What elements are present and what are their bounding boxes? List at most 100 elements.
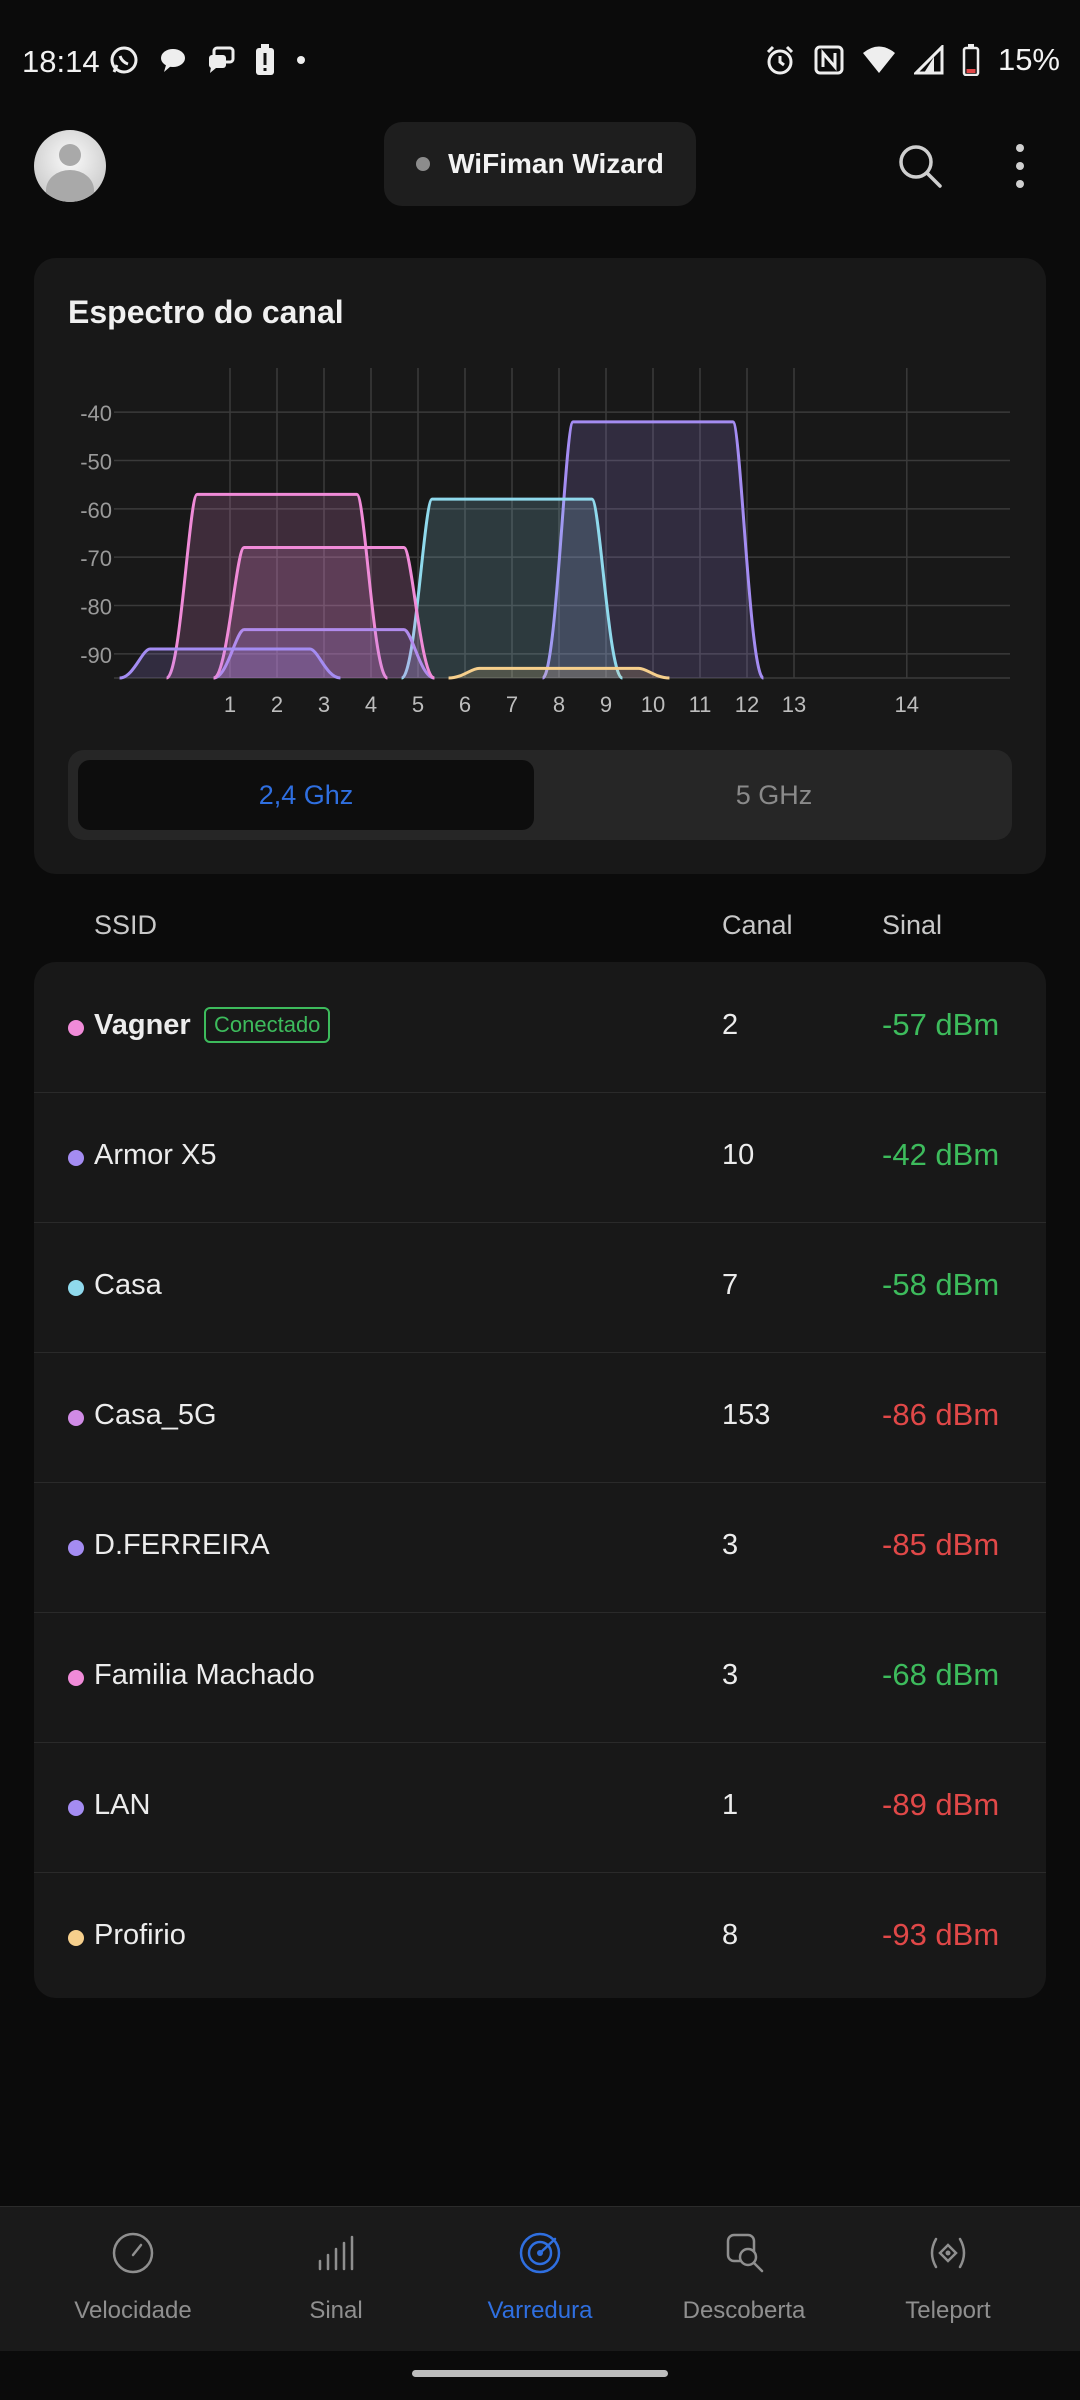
network-signal: -85 dBm xyxy=(882,1527,1000,1562)
network-ssid: Profirio xyxy=(94,1919,186,1951)
network-row[interactable]: Profirio 8 -93 dBm xyxy=(34,1872,1046,1998)
x-tick-label: 9 xyxy=(600,692,612,717)
network-signal: -57 dBm xyxy=(882,1007,1000,1042)
network-row[interactable]: Casa_5G 153 -86 dBm xyxy=(34,1352,1046,1483)
network-channel: 10 xyxy=(722,1139,755,1171)
network-row[interactable]: LAN 1 -89 dBm xyxy=(34,1742,1046,1873)
nav-sinal[interactable]: Sinal xyxy=(228,2207,444,2351)
y-tick-label: -70 xyxy=(80,546,112,571)
network-channel: 2 xyxy=(722,1009,739,1041)
network-color-dot xyxy=(68,1280,84,1296)
x-tick-label: 8 xyxy=(553,692,565,717)
channel-area xyxy=(401,499,623,678)
nav-teleport[interactable]: Teleport xyxy=(840,2207,1056,2351)
network-row[interactable]: Vagner Conectado 2 -57 dBm xyxy=(34,962,1046,1093)
signal-bars-icon xyxy=(318,2235,354,2271)
network-ssid: Armor X5 xyxy=(94,1139,217,1171)
x-tick-label: 13 xyxy=(782,692,806,717)
network-channel: 8 xyxy=(722,1919,739,1951)
connected-badge: Conectado xyxy=(204,1007,331,1043)
network-color-dot xyxy=(68,1930,84,1946)
notification-icons xyxy=(108,44,308,76)
device-search-icon xyxy=(726,2233,764,2273)
network-channel: 1 xyxy=(722,1789,739,1821)
network-channel: 153 xyxy=(722,1399,771,1431)
bottom-navigation: Velocidade Sinal Varredura Descoberta Te… xyxy=(0,2206,1080,2351)
x-tick-label: 14 xyxy=(895,692,919,717)
spectrum-chart: -40-50-60-70-80-901 2 3 4 5 6 7 8 9 10 11 12 13 14 xyxy=(80,368,1010,717)
nav-label: Teleport xyxy=(905,2297,991,2324)
x-tick-label: 12 xyxy=(735,692,759,717)
network-signal: -93 dBm xyxy=(882,1917,1000,1952)
dot-icon xyxy=(297,56,305,64)
x-tick-label: 7 xyxy=(506,692,518,717)
network-ssid: D.FERREIRA xyxy=(94,1529,270,1561)
x-tick-label: 6 xyxy=(459,692,471,717)
network-ssid: Familia Machado xyxy=(94,1659,315,1691)
battery-alert-icon xyxy=(256,44,274,75)
nfc-icon xyxy=(814,45,844,75)
network-channel: 7 xyxy=(722,1269,739,1301)
system-icons: 15% xyxy=(764,42,1060,78)
alarm-icon xyxy=(766,45,794,75)
whatsapp-icon xyxy=(110,46,138,74)
wifiman-wizard-button[interactable]: WiFiman Wizard xyxy=(384,122,696,206)
network-ssid: Vagner xyxy=(94,1009,191,1041)
status-bar: 18:14 15% xyxy=(0,0,1080,124)
chat-bubble-icon xyxy=(161,49,185,72)
header-canal[interactable]: Canal xyxy=(722,910,793,941)
band-5ghz-tab[interactable]: 5 GHz xyxy=(546,760,1002,830)
network-color-dot xyxy=(68,1410,84,1426)
network-channel: 3 xyxy=(722,1529,739,1561)
cell-signal-icon xyxy=(913,45,944,75)
network-color-dot xyxy=(68,1540,84,1556)
network-row[interactable]: Familia Machado 3 -68 dBm xyxy=(34,1612,1046,1743)
network-signal: -42 dBm xyxy=(882,1137,1000,1172)
network-color-dot xyxy=(68,1670,84,1686)
channel-spectrum-card: Espectro do canal -40 -50 -60 -70 -80 -90 1 2 3 4… xyxy=(34,258,1046,874)
network-row[interactable]: D.FERREIRA 3 -85 dBm xyxy=(34,1482,1046,1613)
y-tick-label: -80 xyxy=(80,595,112,620)
y-tick-label: -60 xyxy=(80,498,112,523)
channel-area xyxy=(119,649,341,678)
x-tick-label: 4 xyxy=(365,692,377,717)
home-indicator[interactable] xyxy=(412,2370,668,2377)
network-color-dot xyxy=(68,1800,84,1816)
network-color-dot xyxy=(68,1150,84,1166)
network-ssid: Casa_5G xyxy=(94,1399,217,1431)
header-ssid[interactable]: SSID xyxy=(94,910,157,941)
status-time: 18:14 xyxy=(22,44,100,79)
more-vert-icon[interactable] xyxy=(1000,138,1040,194)
network-row[interactable]: Casa 7 -58 dBm xyxy=(34,1222,1046,1353)
radar-icon xyxy=(519,2232,561,2274)
x-tick-label: 3 xyxy=(318,692,330,717)
wizard-label: WiFiman Wizard xyxy=(448,148,664,179)
battery-icon xyxy=(962,44,980,76)
x-tick-label: 11 xyxy=(689,692,712,717)
messages-icon xyxy=(209,46,235,73)
band-toggle: 2,4 Ghz 5 GHz xyxy=(68,750,1012,840)
nav-varredura[interactable]: Varredura xyxy=(432,2207,648,2351)
network-signal: -68 dBm xyxy=(882,1657,1000,1692)
nav-velocidade[interactable]: Velocidade xyxy=(25,2207,241,2351)
nav-descoberta[interactable]: Descoberta xyxy=(636,2207,852,2351)
speedometer-icon xyxy=(112,2232,154,2274)
teleport-icon xyxy=(930,2237,966,2269)
search-icon[interactable] xyxy=(892,138,948,194)
nav-label: Varredura xyxy=(487,2297,593,2324)
profile-avatar[interactable] xyxy=(34,130,106,202)
nav-label: Velocidade xyxy=(74,2297,192,2324)
band-2-4ghz-tab[interactable]: 2,4 Ghz xyxy=(78,760,534,830)
network-row[interactable]: Armor X5 10 -42 dBm xyxy=(34,1092,1046,1223)
nav-label: Sinal xyxy=(309,2297,363,2324)
status-dot-icon xyxy=(416,157,431,171)
x-tick-label: 1 xyxy=(224,692,236,717)
x-tick-label: 10 xyxy=(641,692,665,717)
y-tick-label: -40 xyxy=(80,401,112,426)
nav-label: Descoberta xyxy=(682,2297,806,2324)
network-ssid: LAN xyxy=(94,1789,151,1821)
network-signal: -58 dBm xyxy=(882,1267,1000,1302)
header-sinal[interactable]: Sinal xyxy=(882,910,942,941)
network-color-dot xyxy=(68,1020,84,1036)
network-channel: 3 xyxy=(722,1659,739,1691)
